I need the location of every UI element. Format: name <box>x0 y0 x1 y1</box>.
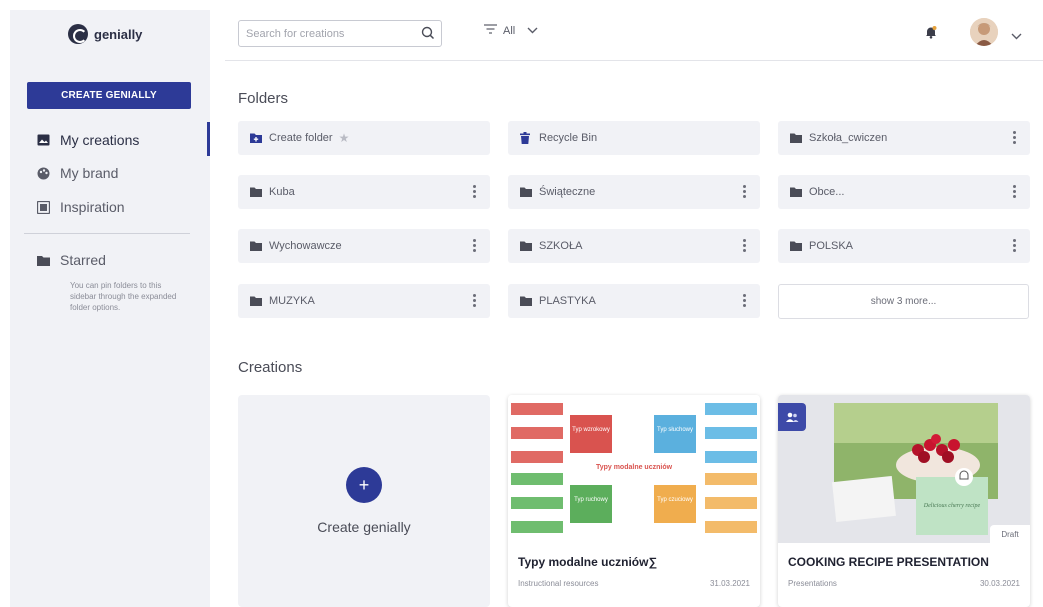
draft-badge: Draft <box>990 525 1030 543</box>
folder-card[interactable]: Kuba <box>238 175 490 209</box>
create-genially-label: Create genially <box>317 519 411 535</box>
folder-label: Create folder <box>269 132 333 144</box>
creation-card[interactable]: Delicious cherry recipe Draft COOKING RE… <box>778 395 1030 607</box>
creation-category: Instructional resources <box>518 579 599 588</box>
sidebar-item-label: My brand <box>60 165 119 181</box>
creation-card[interactable]: Typ wzrokowy Typ słuchowy Typ ruchowy Ty… <box>508 395 760 607</box>
show-more-folders-button[interactable]: show 3 more... <box>778 284 1029 319</box>
genially-logo-icon <box>68 24 88 44</box>
folder-icon <box>790 241 802 251</box>
more-options-icon[interactable] <box>742 294 746 307</box>
search-icon[interactable] <box>421 26 435 45</box>
creation-title: Typy modalne uczniów∑ <box>518 555 658 569</box>
thumb-note-text: Delicious cherry recipe <box>923 503 981 509</box>
filter-icon <box>484 24 497 37</box>
creation-date: 30.03.2021 <box>979 579 1020 588</box>
thumb-box-blue: Typ słuchowy <box>657 427 693 433</box>
folder-card[interactable]: Świąteczne <box>508 175 760 209</box>
sidebar: genially CREATE GENIALLY My creations My… <box>10 10 210 607</box>
trash-icon <box>520 132 532 144</box>
folder-label: POLSKA <box>809 240 854 252</box>
folders-title: Folders <box>238 90 289 107</box>
folder-label: PLASTYKA <box>539 295 596 307</box>
thumb-box-green: Typ ruchowy <box>574 497 608 503</box>
creation-category: Presentations <box>788 579 837 588</box>
create-genially-card[interactable]: + Create genially <box>238 395 490 607</box>
starred-label: Starred <box>60 252 106 268</box>
folder-card[interactable]: PLASTYKA <box>508 284 760 318</box>
folder-card[interactable]: POLSKA <box>778 229 1030 263</box>
create-folder-button[interactable]: Create folder ★ <box>238 121 490 155</box>
avatar[interactable] <box>970 18 998 46</box>
palette-icon <box>36 166 50 180</box>
gallery-icon <box>36 200 50 214</box>
folder-card[interactable]: MUZYKA <box>238 284 490 318</box>
active-indicator <box>207 122 210 156</box>
folder-icon <box>250 296 262 306</box>
create-genially-button[interactable]: CREATE GENIALLY <box>27 82 191 109</box>
thumb-box-red: Typ wzrokowy <box>572 427 610 433</box>
folder-icon <box>790 187 802 197</box>
folder-card[interactable]: Obce... <box>778 175 1030 209</box>
folder-plus-icon <box>250 133 262 143</box>
sidebar-item-my-creations[interactable]: My creations <box>36 132 139 148</box>
sidebar-item-label: Inspiration <box>60 199 125 215</box>
creation-date: 31.03.2021 <box>709 579 750 588</box>
more-options-icon[interactable] <box>742 239 746 252</box>
sidebar-item-starred[interactable]: Starred <box>36 252 106 268</box>
more-options-icon[interactable] <box>472 185 476 198</box>
folder-label: SZKOŁA <box>539 240 583 252</box>
folder-label: Wychowawcze <box>269 240 342 252</box>
more-options-icon[interactable] <box>1012 131 1016 144</box>
folder-icon <box>250 241 262 251</box>
folder-label: Szkoła_cwiczen <box>809 132 888 144</box>
folder-icon <box>250 187 262 197</box>
sidebar-item-label: My creations <box>60 132 140 148</box>
image-icon <box>36 133 50 147</box>
folder-icon <box>520 241 532 251</box>
notifications-bell-icon[interactable] <box>924 25 938 44</box>
folder-label: Obce... <box>809 186 845 198</box>
more-options-icon[interactable] <box>1012 239 1016 252</box>
folder-icon <box>520 187 532 197</box>
more-options-icon[interactable] <box>742 185 746 198</box>
thumb-center-text: Typy modalne uczniów <box>596 464 673 471</box>
folder-label: Świąteczne <box>539 186 596 198</box>
sidebar-item-inspiration[interactable]: Inspiration <box>36 199 125 215</box>
genially-logo[interactable]: genially <box>68 24 142 44</box>
creation-thumbnail: Typ wzrokowy Typ słuchowy Typ ruchowy Ty… <box>508 395 760 543</box>
account-chevron-down-icon[interactable] <box>1011 27 1022 45</box>
creation-title: COOKING RECIPE PRESENTATION <box>788 555 989 569</box>
sidebar-divider <box>24 233 190 234</box>
star-icon[interactable]: ★ <box>339 131 350 145</box>
folder-card[interactable]: Wychowawcze <box>238 229 490 263</box>
search-box[interactable] <box>238 20 442 47</box>
plus-icon: + <box>346 467 382 503</box>
shared-users-icon <box>778 403 806 431</box>
creations-title: Creations <box>238 359 303 376</box>
creation-thumbnail: Delicious cherry recipe <box>778 395 1030 543</box>
folder-icon <box>36 253 50 267</box>
sidebar-item-my-brand[interactable]: My brand <box>36 165 118 181</box>
folder-icon <box>790 133 802 143</box>
folder-label: MUZYKA <box>269 295 315 307</box>
thumb-box-orange: Typ czuciowy <box>657 497 693 503</box>
folder-label: Recycle Bin <box>539 132 598 144</box>
logo-text: genially <box>94 26 143 42</box>
more-options-icon[interactable] <box>472 239 476 252</box>
folder-label: Kuba <box>269 186 295 198</box>
folder-icon <box>520 296 532 306</box>
recycle-bin-folder[interactable]: Recycle Bin <box>508 121 760 155</box>
filter-dropdown[interactable]: All <box>484 24 538 37</box>
filter-label: All <box>503 24 516 37</box>
chevron-down-icon <box>527 25 538 37</box>
starred-hint: You can pin folders to this sidebar thro… <box>70 281 177 312</box>
folder-card[interactable]: Szkoła_cwiczen <box>778 121 1030 155</box>
more-options-icon[interactable] <box>1012 185 1016 198</box>
search-input[interactable] <box>246 26 414 42</box>
more-options-icon[interactable] <box>472 294 476 307</box>
folder-card[interactable]: SZKOŁA <box>508 229 760 263</box>
header-divider <box>225 60 1043 61</box>
